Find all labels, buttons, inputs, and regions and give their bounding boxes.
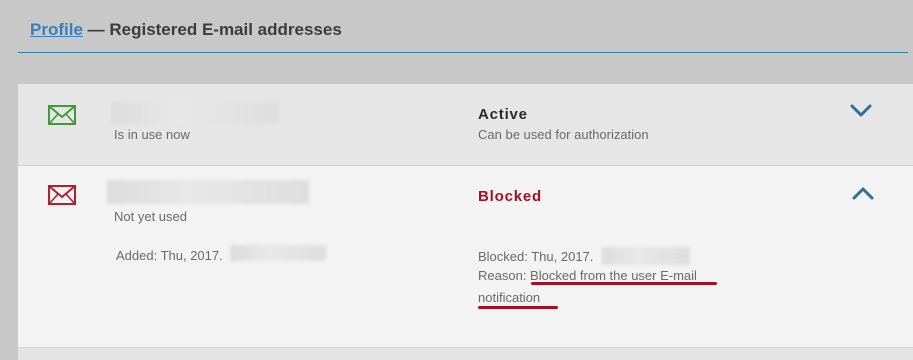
email-usage-text: Not yet used bbox=[114, 209, 187, 224]
page-title-text: — Registered E-mail addresses bbox=[82, 20, 342, 39]
envelope-icon bbox=[48, 185, 76, 205]
email-address-redacted bbox=[111, 102, 279, 124]
status-description: Can be used for authorization bbox=[478, 127, 649, 142]
reason-text-line1: Blocked from the user E-mail bbox=[530, 268, 697, 283]
email-row-active[interactable]: Is in use now Active Can be used for aut… bbox=[18, 84, 913, 166]
status-label: Blocked bbox=[478, 188, 542, 205]
email-address-redacted bbox=[107, 180, 309, 204]
blocked-date-redacted bbox=[602, 247, 690, 265]
added-date-redacted bbox=[230, 245, 326, 261]
email-usage-text: Is in use now bbox=[114, 127, 190, 142]
chevron-up-icon[interactable] bbox=[852, 186, 874, 200]
highlight-underline bbox=[531, 282, 717, 285]
reason-label: Reason: bbox=[478, 268, 531, 283]
email-row-blocked[interactable]: Not yet used Blocked Added: Thu, 2017. B… bbox=[18, 166, 913, 348]
page-header: Profile — Registered E-mail addresses bbox=[18, 0, 908, 53]
reason-text-line2: notification bbox=[478, 290, 541, 305]
profile-link[interactable]: Profile bbox=[30, 20, 83, 39]
block-reason: Reason: Blocked from the user E-mail bbox=[478, 268, 697, 283]
highlight-underline bbox=[478, 306, 558, 309]
envelope-icon bbox=[48, 105, 76, 125]
page-title: Profile — Registered E-mail addresses bbox=[30, 20, 342, 40]
status-label: Active bbox=[478, 106, 528, 123]
blocked-date-label: Blocked: Thu, 2017. bbox=[478, 249, 594, 264]
chevron-down-icon[interactable] bbox=[850, 104, 872, 118]
email-row-next bbox=[18, 348, 913, 360]
added-date-label: Added: Thu, 2017. bbox=[116, 248, 223, 263]
